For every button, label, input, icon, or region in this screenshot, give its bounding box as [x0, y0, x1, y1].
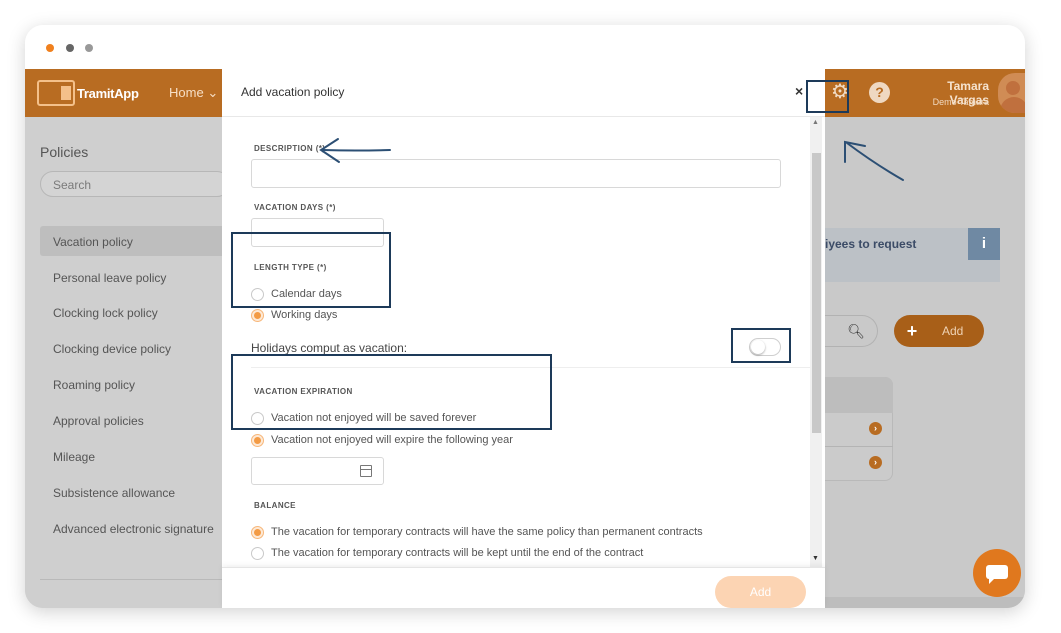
window-titlebar — [25, 25, 1025, 69]
annotation-arrow-gear — [846, 142, 904, 181]
app-area: TramitApp Home ⌄ ⚙ ? Tamara Vargas Demo … — [25, 69, 1025, 608]
annotation-arrowhead-gear — [844, 140, 866, 163]
window-close-dot[interactable] — [46, 44, 54, 52]
browser-window: TramitApp Home ⌄ ⚙ ? Tamara Vargas Demo … — [25, 25, 1025, 608]
annotation-arrows — [319, 138, 904, 181]
window-minimize-dot[interactable] — [66, 44, 74, 52]
annotation-arrow-description — [322, 149, 391, 152]
window-maximize-dot[interactable] — [85, 44, 93, 52]
